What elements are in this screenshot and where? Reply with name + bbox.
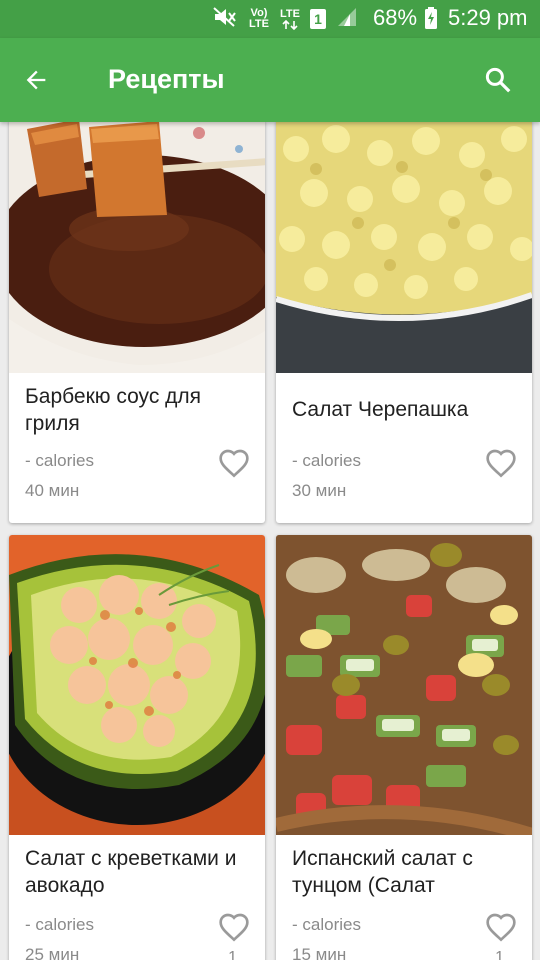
recipe-card[interactable]: Салат Черепашка - calories 30 мин [276,122,532,523]
signal-icon [336,7,358,32]
recipe-card[interactable]: Салат с креветками и авокадо - calories … [9,535,265,960]
sim-number: 1 [314,11,322,27]
favorite-button[interactable] [217,911,251,943]
recipe-card[interactable]: Испанский салат с тунцом (Салат - calori… [276,535,532,960]
status-icons: Vo) LTE LTE 1 [212,6,358,33]
recipe-name: Салат Черепашка [292,398,469,421]
recipe-calories: - calories [292,915,361,934]
app-bar: Рецепты [0,38,540,122]
recipe-time: 30 мин [292,481,347,500]
battery-charging-icon [425,7,437,34]
clock: 5:29 pm [448,5,528,30]
favorite-button[interactable] [217,447,251,479]
recipe-calories: - calories [292,451,361,470]
search-icon [485,67,511,93]
search-button[interactable] [478,60,518,100]
lte-label: LTE [280,7,300,20]
recipe-calories: - calories [25,915,94,934]
page-title: Рецепты [108,64,225,94]
recipe-photo-bbq-sauce [9,122,265,373]
heart-outline-icon [486,913,516,942]
heart-outline-icon [219,913,249,942]
recipe-photo-turtle-salad [276,122,532,373]
recipe-name: Салат с креветками и авокадо [25,847,237,897]
likes-count: 1 [228,949,237,960]
mute-icon [212,6,238,33]
back-button[interactable] [18,62,54,98]
recipe-name: Барбекю соус для гриля [25,385,202,435]
recipe-card[interactable]: Барбекю соус для гриля - calories 40 мин [9,122,265,523]
volte-icon: Vo) LTE [249,7,269,30]
recipe-grid: Барбекю соус для гриля - calories 40 мин [0,122,540,960]
recipe-photo-spanish-tuna-salad [276,535,532,835]
recipe-time: 40 мин [25,481,80,500]
status-bar: Vo) LTE LTE 1 68% 5:29 pm [0,0,540,38]
heart-outline-icon [486,449,516,478]
battery-percent: 68% [373,5,418,30]
sim1-icon: 1 [309,9,326,29]
favorite-button[interactable] [484,911,518,943]
recipe-photo-shrimp-avocado [9,535,265,835]
recipe-time: 15 мин [292,945,347,960]
arrow-back-icon [26,70,46,90]
likes-count: 1 [495,949,504,960]
heart-outline-icon [219,449,249,478]
recipe-name: Испанский салат с тунцом (Салат [292,847,473,897]
favorite-button[interactable] [484,447,518,479]
lte-icon: LTE [280,7,300,30]
recipe-calories: - calories [25,451,94,470]
recipe-time: 25 мин [25,945,80,960]
